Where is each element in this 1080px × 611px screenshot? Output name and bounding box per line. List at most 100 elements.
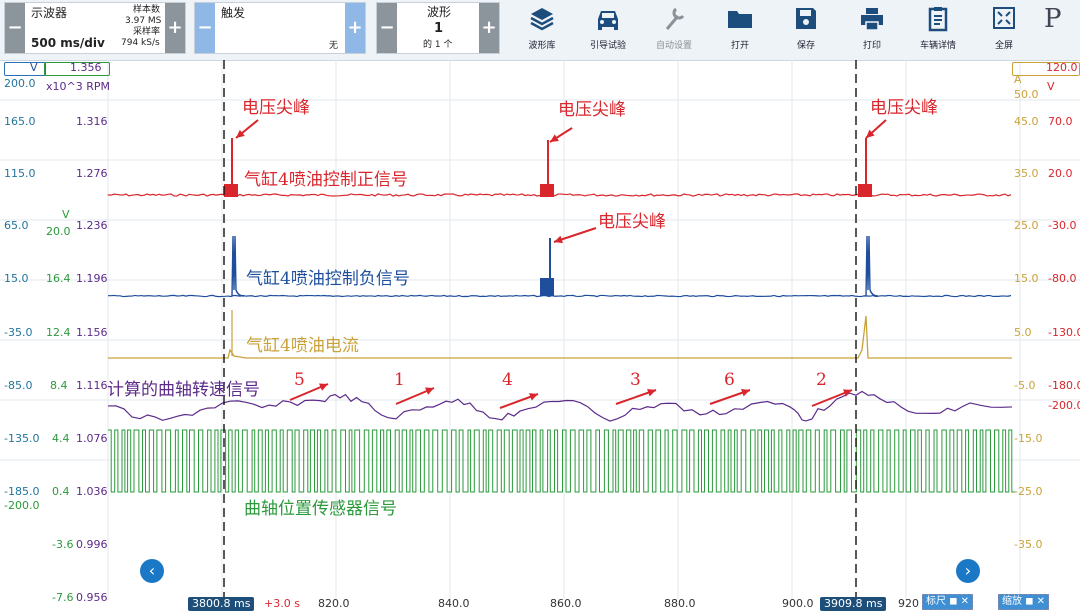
time-label-900: 900.0 [782, 597, 814, 610]
right-v-tick: -80.0 [1048, 272, 1077, 285]
scroll-left-button[interactable]: ‹ [140, 559, 164, 583]
save-label: 保存 [796, 41, 815, 51]
folder-icon [728, 11, 752, 28]
wrench-icon [665, 7, 685, 30]
right-v-tick: -130.0 [1048, 326, 1080, 339]
ruler-lines [223, 60, 857, 602]
traces [107, 138, 1017, 493]
guided-test-label: 引导试验 [589, 41, 626, 51]
ruler-right-time[interactable]: 3909.8 ms [820, 597, 887, 611]
right-a-tick: 35.0 [1014, 167, 1039, 180]
trigger-increase-button[interactable]: + [345, 3, 365, 53]
waveform-library-button[interactable]: 波形库 [512, 2, 572, 56]
waveform-label: 波形 [427, 5, 452, 19]
rpm-tick: 1.156 [76, 326, 108, 339]
right-a-unit: A [1014, 73, 1022, 86]
open-button[interactable]: 打开 [710, 2, 770, 56]
vehicle-details-label: 车辆详情 [919, 41, 956, 51]
timebase-value[interactable]: 500 ms/div [31, 36, 105, 50]
left-v-tick: -3.6 [52, 538, 74, 551]
rpm-tick: 0.996 [76, 538, 108, 551]
left-v-tick: -7.6 [52, 591, 74, 604]
channel-a-badge[interactable] [4, 62, 46, 76]
left-v-tick: 16.4 [46, 272, 71, 285]
left-v-tick: 12.4 [46, 326, 71, 339]
right-a-tick: 5.0 [1014, 326, 1032, 339]
right-a-tick: -5.0 [1014, 379, 1036, 392]
auto-setup-label: 自动设置 [655, 41, 692, 51]
cylinder-number-2: 2 [816, 370, 827, 390]
right-v-tick: -30.0 [1048, 219, 1077, 232]
injector-current-label: 气缸4喷油电流 [246, 336, 359, 356]
left-a-tick: -135.0 [4, 432, 40, 445]
left-v-tick: 0.4 [52, 485, 70, 498]
vehicle-details-button[interactable]: 车辆详情 [908, 2, 968, 56]
guided-test-button[interactable]: 引导试验 [578, 2, 638, 56]
waveform-of: 的 1 个 [423, 40, 453, 50]
trace-injector-current [108, 315, 1012, 359]
channel-v-badge[interactable]: V [30, 61, 38, 74]
brand-logo: P [1044, 4, 1062, 34]
waveform-panel: − 波形 1 的 1 个 + [376, 2, 500, 54]
left-a-tick: 65.0 [4, 219, 29, 232]
waveform-prev-button[interactable]: − [377, 3, 397, 53]
left-a-tick: 115.0 [4, 167, 36, 180]
save-button[interactable]: 保存 [776, 2, 836, 56]
injector-pos-pulse [540, 184, 554, 197]
rpm-signal-label: 计算的曲轴转速信号 [107, 380, 260, 400]
floppy-icon [796, 8, 816, 29]
time-label-820: 820.0 [318, 597, 350, 610]
print-button[interactable]: 打印 [842, 2, 902, 56]
timebase-increase-button[interactable]: + [165, 3, 185, 53]
rpm-tick: 1.316 [76, 115, 108, 128]
spike-neg [231, 235, 245, 297]
scope-mode-label: 示波器 [31, 6, 68, 20]
right-v-tick: 20.0 [1048, 167, 1073, 180]
zoom-button[interactable]: 缩放 ◼ ✕ [998, 594, 1050, 610]
fullscreen-button[interactable]: 全屏 [974, 2, 1034, 56]
scroll-right-button[interactable]: › [956, 559, 980, 583]
spike-label-3: 电压尖峰 [870, 98, 938, 118]
rpm-tick: 1.236 [76, 219, 108, 232]
rpm-tick: 1.036 [76, 485, 108, 498]
ruler-left-time[interactable]: 3800.8 ms [188, 597, 255, 611]
fullscreen-label: 全屏 [994, 41, 1013, 51]
left-a-tick: 200.0 [4, 77, 36, 90]
auto-setup-button[interactable]: 自动设置 [644, 2, 704, 56]
car-icon [598, 11, 618, 30]
left-v-tick: 8.4 [50, 379, 68, 392]
trigger-label[interactable]: 触发 [221, 6, 245, 20]
scope-plot[interactable] [0, 60, 1080, 610]
time-label-920: 920 [898, 597, 919, 610]
trace-injector-positive [107, 193, 1012, 197]
rate-value: 794 kS/s [121, 38, 160, 48]
waveform-current[interactable]: 1 [434, 21, 443, 36]
fullscreen-icon [993, 7, 1015, 29]
spike-neg [865, 235, 879, 297]
left-a-tick: -185.0 [4, 485, 40, 498]
trigger-decrease-button[interactable]: − [195, 3, 215, 53]
right-v-unit: V [1047, 80, 1055, 93]
time-label-840: 840.0 [438, 597, 470, 610]
cyl-arrow-6-head [741, 388, 750, 397]
injector-pos-pulse [858, 184, 872, 197]
right-v-tick: 70.0 [1048, 115, 1073, 128]
right-a-tick: 50.0 [1014, 88, 1039, 101]
injector-neg-pulse [540, 278, 554, 296]
rpm-tick: 1.076 [76, 432, 108, 445]
left-v-tick: 20.0 [46, 225, 71, 238]
left-a-tick: -85.0 [4, 379, 33, 392]
left-v-tick: 4.4 [52, 432, 70, 445]
right-v-tick: -200.0 [1048, 399, 1080, 412]
timebase-decrease-button[interactable]: − [5, 3, 25, 53]
open-label: 打开 [730, 41, 749, 51]
right-a-tick: -25.0 [1014, 485, 1043, 498]
rulers-button[interactable]: 标尺 ◼ ✕ [922, 594, 974, 610]
cylinder-number-5: 5 [294, 370, 305, 390]
right-v-tick: -180.0 [1048, 379, 1080, 392]
waveform-next-button[interactable]: + [479, 3, 499, 53]
rpm-unit-label: x10^3 RPM [46, 80, 110, 93]
right-a-tick: 15.0 [1014, 272, 1039, 285]
spike-label-1: 电压尖峰 [242, 98, 310, 118]
cylinder-number-3: 3 [630, 370, 641, 390]
